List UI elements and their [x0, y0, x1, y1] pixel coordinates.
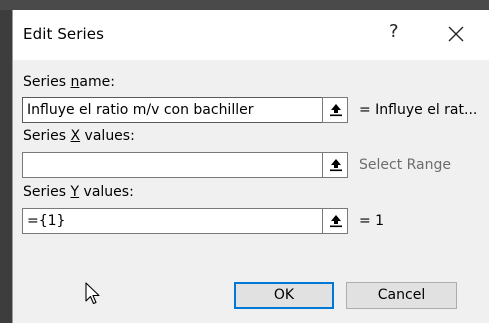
collapse-range-icon [330, 215, 342, 228]
series-x-range-button[interactable] [322, 152, 348, 178]
series-y-input[interactable]: ={1} [22, 208, 323, 234]
series-x-preview: Select Range [359, 157, 452, 173]
series-y-preview: = 1 [359, 213, 385, 229]
dialog-titlebar: Edit Series ? [13, 10, 489, 60]
mouse-pointer-icon [85, 282, 100, 305]
ok-button[interactable]: OK [234, 282, 334, 309]
series-x-input[interactable] [22, 152, 323, 178]
cancel-button[interactable]: Cancel [346, 282, 457, 309]
series-y-value: ={1} [27, 213, 66, 229]
series-y-range-button[interactable] [322, 208, 348, 234]
collapse-range-icon [330, 104, 342, 117]
series-name-preview: = Influye el rat... [359, 102, 478, 118]
help-button[interactable]: ? [389, 21, 399, 42]
series-y-label: Series Y values: [23, 184, 134, 200]
edit-series-dialog: Edit Series ? Series name: Influye el ra… [12, 10, 489, 323]
series-x-label: Series X values: [23, 128, 135, 144]
series-name-label: Series name: [23, 74, 115, 90]
dialog-title: Edit Series [23, 25, 105, 43]
series-name-range-button[interactable] [322, 97, 348, 123]
series-name-value: Influye el ratio m/v con bachiller [27, 102, 254, 118]
background-strip [0, 0, 489, 10]
close-icon[interactable] [446, 24, 466, 44]
series-name-input[interactable]: Influye el ratio m/v con bachiller [22, 97, 323, 123]
collapse-range-icon [330, 159, 342, 172]
